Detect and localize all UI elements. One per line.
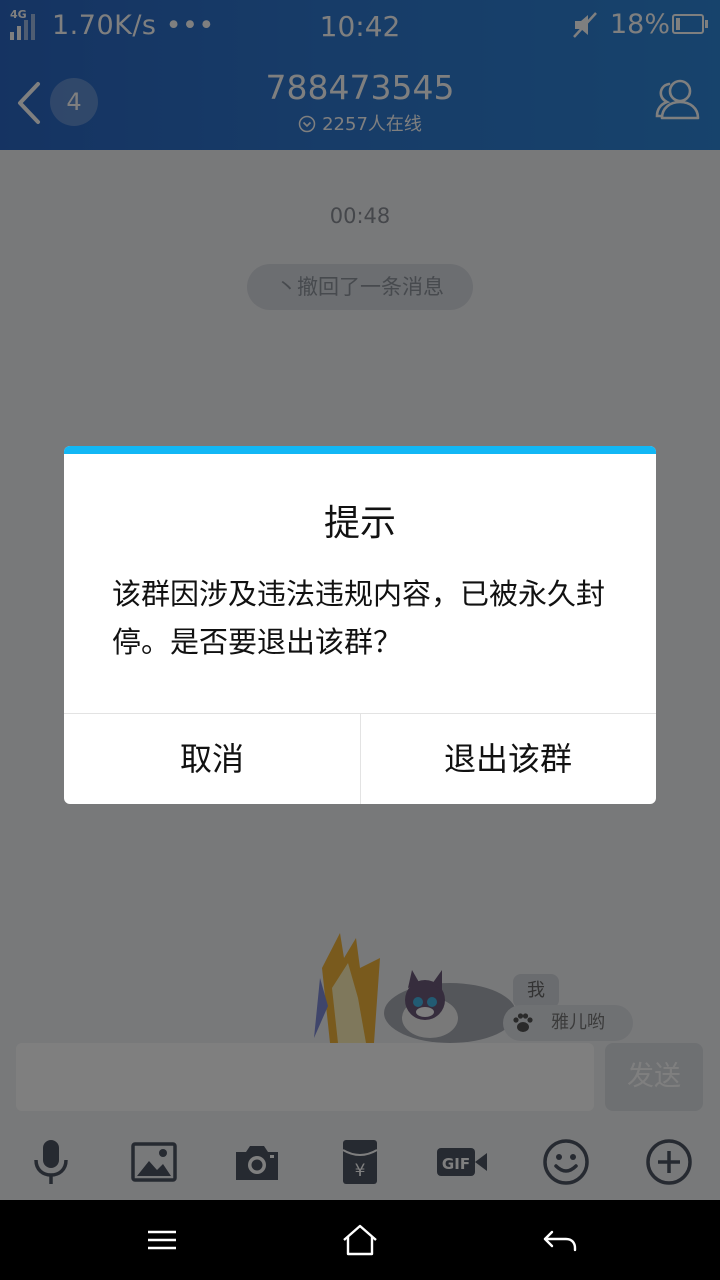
alert-dialog: 提示 该群因涉及违法违规内容，已被永久封停。是否要退出该群？ 取消 退出该群 (64, 446, 656, 804)
menu-icon[interactable] (142, 1220, 182, 1260)
system-nav-bar (0, 1200, 720, 1280)
dialog-accent-bar (64, 446, 656, 454)
exit-group-button[interactable]: 退出该群 (360, 714, 656, 804)
back-icon[interactable] (540, 1220, 580, 1260)
cancel-button[interactable]: 取消 (64, 714, 360, 804)
dialog-message: 该群因涉及违法违规内容，已被永久封停。是否要退出该群？ (112, 577, 606, 659)
dialog-title: 提示 (323, 503, 396, 544)
home-icon[interactable] (340, 1220, 380, 1260)
chat-screen: 4G 1.70K/s ••• 10:42 18% 4 78847 (0, 0, 720, 1280)
